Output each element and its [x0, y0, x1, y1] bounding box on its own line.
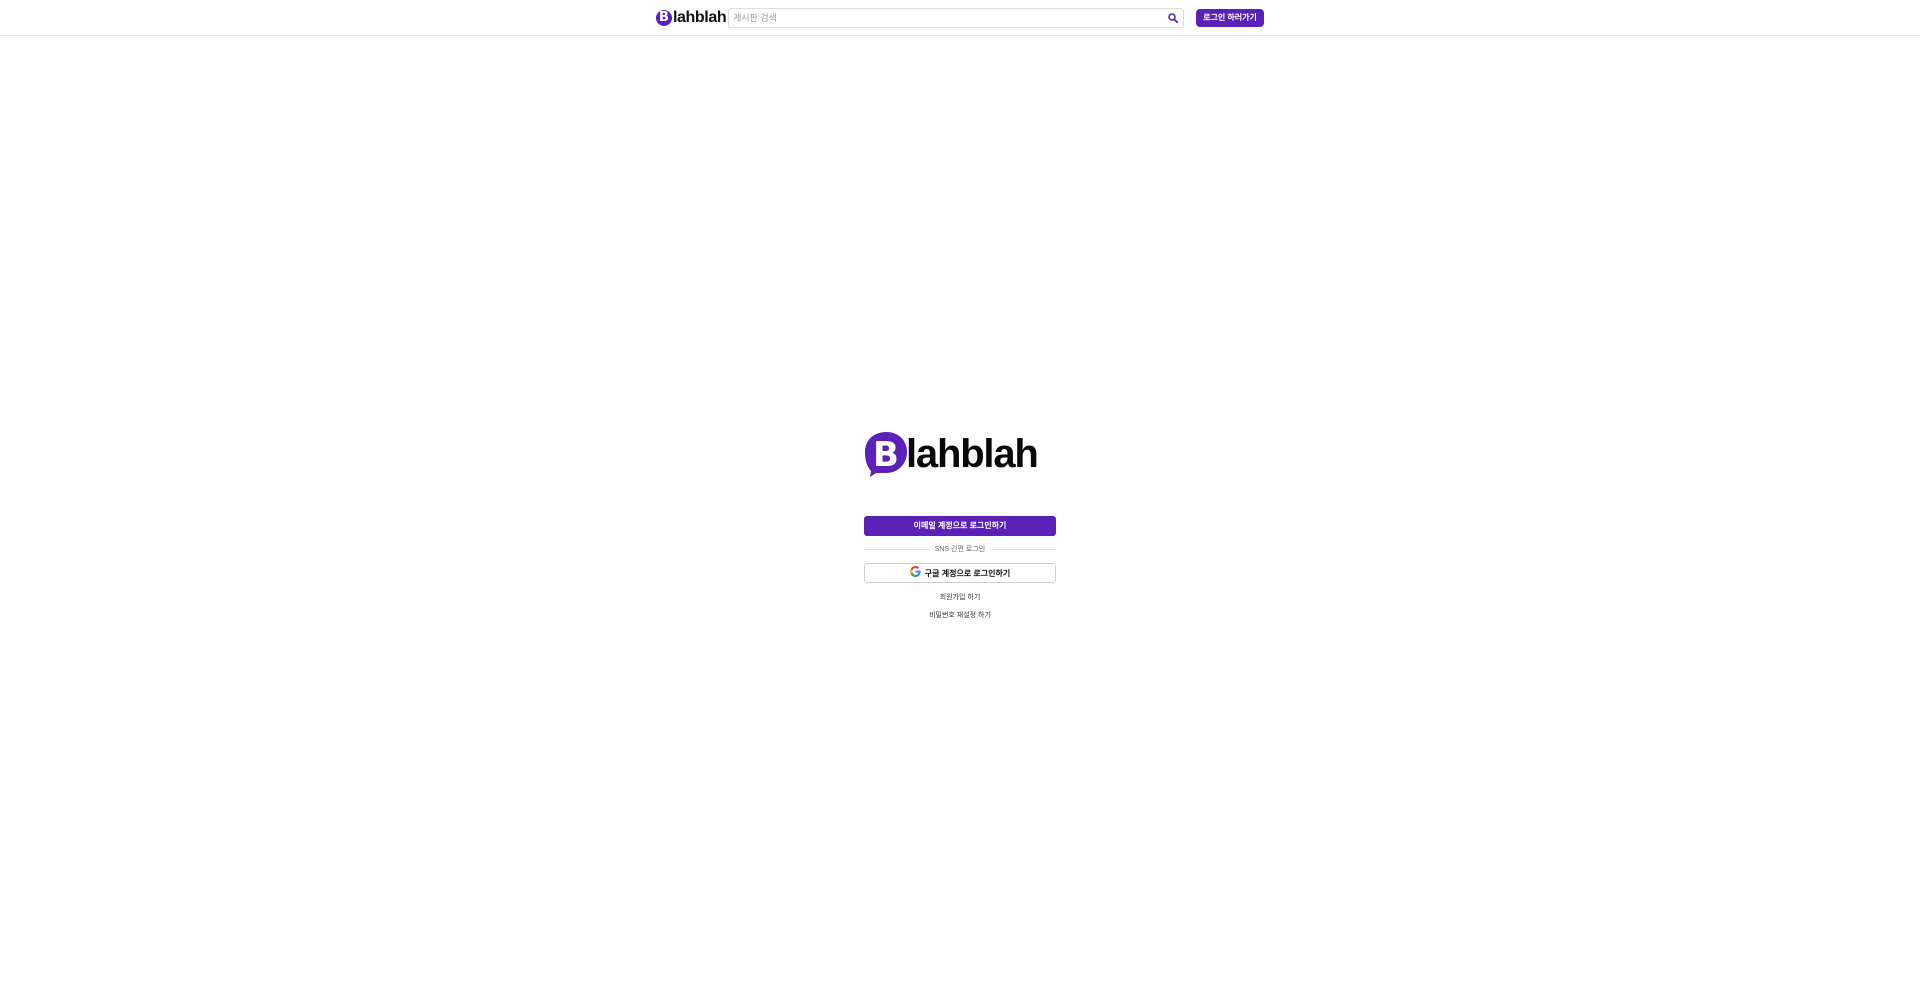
top-nav-bar: B lahblah 로그인 하러가기 — [0, 0, 1920, 36]
signup-link[interactable]: 회원가입 하기 — [864, 592, 1056, 602]
search-icon[interactable] — [1167, 12, 1179, 24]
divider-text: SNS 간편 로그인 — [934, 546, 986, 553]
google-login-label: 구글 계정으로 로그인하기 — [924, 568, 1011, 578]
email-login-button[interactable]: 이메일 계정으로 로그인하기 — [864, 516, 1056, 536]
sns-divider: SNS 간편 로그인 — [864, 543, 1057, 555]
divider-line-right — [991, 548, 1057, 550]
svg-text:B: B — [873, 435, 899, 475]
logo-b-badge-icon: B — [656, 10, 672, 26]
google-login-button[interactable]: 구글 계정으로 로그인하기 — [864, 563, 1056, 583]
speech-bubble-b-icon: B — [864, 431, 908, 477]
go-to-login-button[interactable]: 로그인 하러가기 — [1196, 9, 1264, 27]
main-logo-text: lahblah — [906, 432, 1039, 476]
search-input[interactable] — [729, 9, 1149, 27]
main-logo: B lahblah — [864, 431, 1039, 477]
header-logo-text: lahblah — [673, 9, 727, 26]
header-logo[interactable]: B lahblah — [656, 9, 727, 27]
search-bar — [728, 8, 1184, 28]
google-icon — [909, 564, 921, 582]
divider-line-left — [864, 548, 929, 550]
reset-password-link[interactable]: 비밀번호 재설정 하기 — [864, 610, 1056, 620]
